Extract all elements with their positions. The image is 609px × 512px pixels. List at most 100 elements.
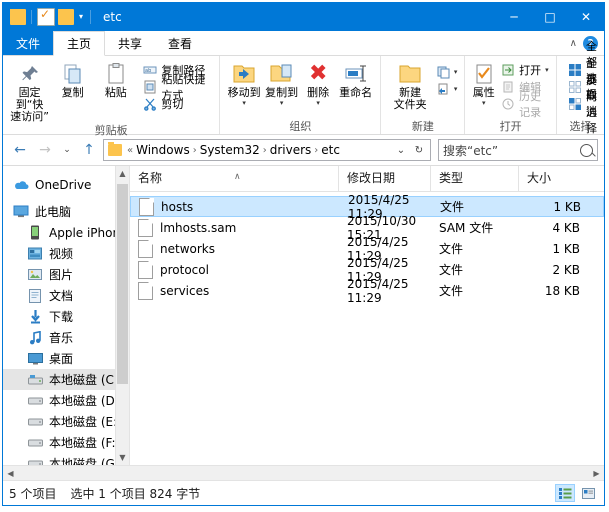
open-caret-icon[interactable]: ▾ <box>545 66 549 74</box>
paste-shortcut-button[interactable]: 粘贴快捷方式 <box>141 78 214 95</box>
column-header-date[interactable]: 修改日期 <box>338 166 430 191</box>
chevron-down-icon[interactable]: ⌄ <box>392 145 410 156</box>
file-name: networks <box>160 242 215 256</box>
easy-access-button[interactable]: ▾ <box>434 80 460 97</box>
address-breadcrumb-bar[interactable]: « Windows › System32 › drivers › etc ⌄ ↻ <box>103 139 431 161</box>
search-box[interactable]: 搜索“etc” <box>438 139 598 161</box>
sidebar-item-label: 图片 <box>49 266 73 283</box>
scrollbar-track[interactable] <box>18 467 589 479</box>
file-type: SAM 文件 <box>430 219 518 236</box>
tab-share[interactable]: 共享 <box>105 31 155 55</box>
copy-to-button[interactable]: 复制到 ▾ <box>263 59 301 107</box>
scroll-down-arrow-icon[interactable]: ▼ <box>116 450 129 465</box>
new-item-caret-icon[interactable]: ▾ <box>454 68 458 76</box>
sidebar-item-this-pc[interactable]: 此电脑 <box>3 201 129 222</box>
column-header-size[interactable]: 大小 <box>518 166 596 191</box>
file-size: 4 KB <box>518 221 596 235</box>
ribbon-group-label-organize: 组织 <box>220 119 380 134</box>
history-button[interactable]: 历史记录 <box>499 95 551 112</box>
column-header-type[interactable]: 类型 <box>430 166 518 191</box>
scissors-icon <box>143 97 157 111</box>
sidebar-item-videos[interactable]: 视频 <box>3 243 129 264</box>
sidebar-item-local-disk-d[interactable]: 本地磁盘 (D:) <box>3 390 129 411</box>
details-view-button[interactable] <box>555 484 575 502</box>
sidebar-item-label: 本地磁盘 (D:) <box>49 392 123 409</box>
copy-button[interactable]: 复制 <box>51 59 94 99</box>
delete-caret-icon[interactable]: ▾ <box>316 99 320 107</box>
new-item-button[interactable]: ▾ <box>434 63 460 80</box>
desktop-icon <box>27 351 43 367</box>
scroll-right-arrow-icon[interactable]: ▶ <box>589 469 604 478</box>
tab-home[interactable]: 主页 <box>53 31 105 56</box>
sidebar-item-desktop[interactable]: 桌面 <box>3 348 129 369</box>
paste-button[interactable]: 粘贴 <box>94 59 137 99</box>
pin-label-line1: 固定到“快 <box>8 87 51 111</box>
minimize-button[interactable]: ─ <box>496 3 532 31</box>
maximize-button[interactable]: □ <box>532 3 568 31</box>
scroll-left-arrow-icon[interactable]: ◀ <box>3 469 18 478</box>
open-button[interactable]: 打开 ▾ <box>499 61 551 78</box>
new-folder-button[interactable]: 新建 文件夹 <box>386 59 433 111</box>
collapse-ribbon-icon[interactable]: ∧ <box>570 38 577 49</box>
documents-icon <box>27 288 43 304</box>
table-row[interactable]: services 2015/4/25 11:29 文件 18 KB <box>130 280 604 301</box>
new-folder-icon[interactable] <box>58 9 74 25</box>
breadcrumb-system32[interactable]: System32 <box>198 143 262 157</box>
tiles-view-button[interactable] <box>578 484 598 502</box>
sidebar-item-apple-iphone[interactable]: Apple iPhone <box>3 222 129 243</box>
pin-to-quick-access-button[interactable]: 固定到“快 速访问” <box>8 59 51 123</box>
up-button[interactable]: ↑ <box>78 139 100 161</box>
rename-button[interactable]: 重命名 <box>336 59 375 99</box>
copy-label: 复制 <box>62 87 84 99</box>
move-to-caret-icon[interactable]: ▾ <box>242 99 246 107</box>
sidebar-item-pictures[interactable]: 图片 <box>3 264 129 285</box>
search-input[interactable]: 搜索“etc” <box>443 142 580 159</box>
sidebar-item-downloads[interactable]: 下载 <box>3 306 129 327</box>
copy-to-caret-icon[interactable]: ▾ <box>280 99 284 107</box>
file-icon <box>138 240 153 258</box>
horizontal-scrollbar[interactable]: ◀ ▶ <box>3 465 604 480</box>
sidebar-item-local-disk-g[interactable]: 本地磁盘 (G:) <box>3 453 129 465</box>
scroll-up-arrow-icon[interactable]: ▲ <box>116 166 129 181</box>
sidebar-item-local-disk-c[interactable]: 本地磁盘 (C:) <box>3 369 129 390</box>
title-bar: ▾ etc ─ □ ✕ <box>3 3 604 31</box>
sidebar-item-music[interactable]: 音乐 <box>3 327 129 348</box>
properties-icon[interactable] <box>37 8 55 26</box>
invert-selection-button[interactable]: 反向选择 <box>566 95 599 112</box>
file-type: 文件 <box>431 198 519 215</box>
path-prefix: « <box>126 145 134 156</box>
new-folder-label-line2: 文件夹 <box>394 99 427 111</box>
folder-icon[interactable] <box>10 9 26 25</box>
navigation-scrollbar[interactable]: ▲ ▼ <box>115 166 129 465</box>
tab-file[interactable]: 文件 <box>3 31 53 55</box>
properties-label: 属性 <box>473 87 495 99</box>
sidebar-item-label: 本地磁盘 (G:) <box>49 455 124 465</box>
back-button[interactable]: ← <box>9 139 31 161</box>
refresh-icon[interactable]: ↻ <box>410 145 428 156</box>
breadcrumb-etc[interactable]: etc <box>319 143 342 157</box>
history-label: 历史记录 <box>519 88 549 120</box>
paste-icon <box>105 61 127 87</box>
breadcrumb-windows[interactable]: Windows <box>134 143 192 157</box>
sidebar-item-local-disk-f[interactable]: 本地磁盘 (F:) <box>3 432 129 453</box>
sidebar-item-onedrive[interactable]: OneDrive <box>3 174 129 195</box>
paste-label: 粘贴 <box>105 87 127 99</box>
file-name: hosts <box>161 200 193 214</box>
cut-button[interactable]: 剪切 <box>141 95 214 112</box>
move-to-button[interactable]: 移动到 ▾ <box>225 59 263 107</box>
column-header-name[interactable]: 名称 ∧ <box>130 166 338 191</box>
recent-locations-button[interactable]: ⌄ <box>59 139 75 161</box>
delete-button[interactable]: ✖ 删除 ▾ <box>300 59 336 107</box>
sidebar-item-documents[interactable]: 文档 <box>3 285 129 306</box>
close-button[interactable]: ✕ <box>568 3 604 31</box>
forward-button[interactable]: → <box>34 139 56 161</box>
scrollbar-thumb[interactable] <box>117 184 128 384</box>
tab-view[interactable]: 查看 <box>155 31 205 55</box>
properties-button[interactable]: 属性 ▾ <box>470 59 497 107</box>
properties-caret-icon[interactable]: ▾ <box>482 99 486 107</box>
delete-icon: ✖ <box>309 61 327 87</box>
easy-access-caret-icon[interactable]: ▾ <box>454 85 458 93</box>
breadcrumb-drivers[interactable]: drivers <box>268 143 314 157</box>
chevron-down-icon[interactable]: ▾ <box>77 9 85 25</box>
sidebar-item-local-disk-e[interactable]: 本地磁盘 (E:) <box>3 411 129 432</box>
